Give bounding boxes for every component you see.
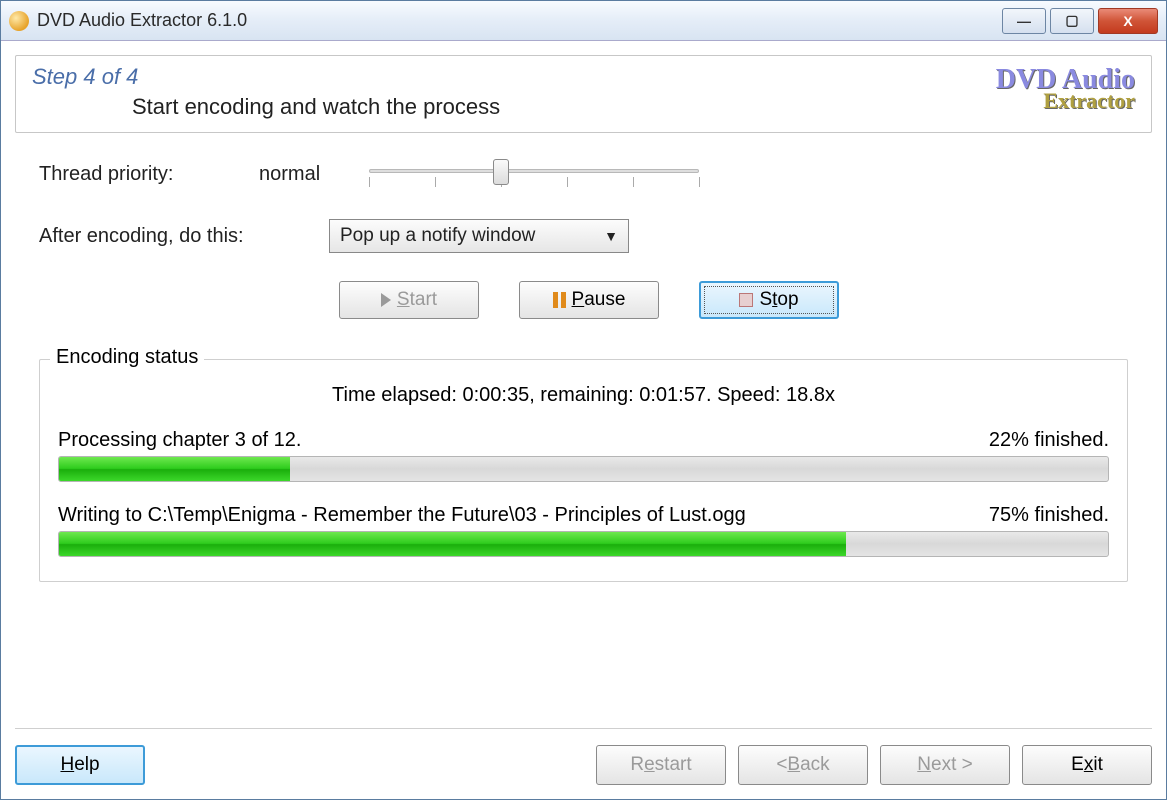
pause-button[interactable]: Pause (519, 281, 659, 319)
step-label: Step 4 of 4 (32, 64, 500, 90)
after-encoding-label: After encoding, do this: (39, 225, 329, 248)
file-progress-pct: 75% finished. (989, 504, 1109, 527)
file-progress-label: Writing to C:\Temp\Enigma - Remember the… (58, 504, 746, 527)
chapter-progress-label: Processing chapter 3 of 12. (58, 429, 301, 452)
file-progressfill (59, 532, 846, 556)
stop-icon (739, 293, 753, 307)
encoding-status-legend: Encoding status (50, 346, 204, 369)
thread-priority-value: normal (259, 163, 359, 186)
stop-button[interactable]: Stop (699, 281, 839, 319)
file-progressbar (58, 531, 1109, 557)
product-logo: DVD Audio Extractor (996, 68, 1135, 110)
app-window: DVD Audio Extractor 6.1.0 — ▢ X Step 4 o… (0, 0, 1167, 800)
chapter-progressfill (59, 457, 290, 481)
minimize-button[interactable]: — (1002, 8, 1046, 34)
step-description: Start encoding and watch the process (132, 94, 500, 120)
play-icon (381, 293, 391, 307)
encoding-status-group: Encoding status Time elapsed: 0:00:35, r… (39, 359, 1128, 582)
slider-thumb[interactable] (493, 159, 509, 185)
maximize-button[interactable]: ▢ (1050, 8, 1094, 34)
window-title: DVD Audio Extractor 6.1.0 (37, 10, 247, 31)
close-button[interactable]: X (1098, 8, 1158, 34)
thread-priority-slider[interactable] (369, 157, 699, 191)
timing-text: Time elapsed: 0:00:35, remaining: 0:01:5… (58, 384, 1109, 407)
slider-track (369, 169, 699, 173)
pause-icon (553, 292, 566, 308)
chapter-progressbar (58, 456, 1109, 482)
next-button: Next > (880, 745, 1010, 785)
titlebar[interactable]: DVD Audio Extractor 6.1.0 — ▢ X (1, 1, 1166, 41)
wizard-footer: Help Restart < Back Next > Exit (15, 728, 1152, 785)
chapter-progress-pct: 22% finished. (989, 429, 1109, 452)
app-icon (9, 11, 29, 31)
after-encoding-dropdown[interactable]: Pop up a notify window ▼ (329, 219, 629, 253)
help-button[interactable]: Help (15, 745, 145, 785)
exit-button[interactable]: Exit (1022, 745, 1152, 785)
back-button: < Back (738, 745, 868, 785)
chevron-down-icon: ▼ (604, 228, 618, 244)
wizard-header: Step 4 of 4 Start encoding and watch the… (15, 55, 1152, 133)
restart-button: Restart (596, 745, 726, 785)
after-encoding-selected: Pop up a notify window (340, 225, 535, 247)
start-button: Start (339, 281, 479, 319)
